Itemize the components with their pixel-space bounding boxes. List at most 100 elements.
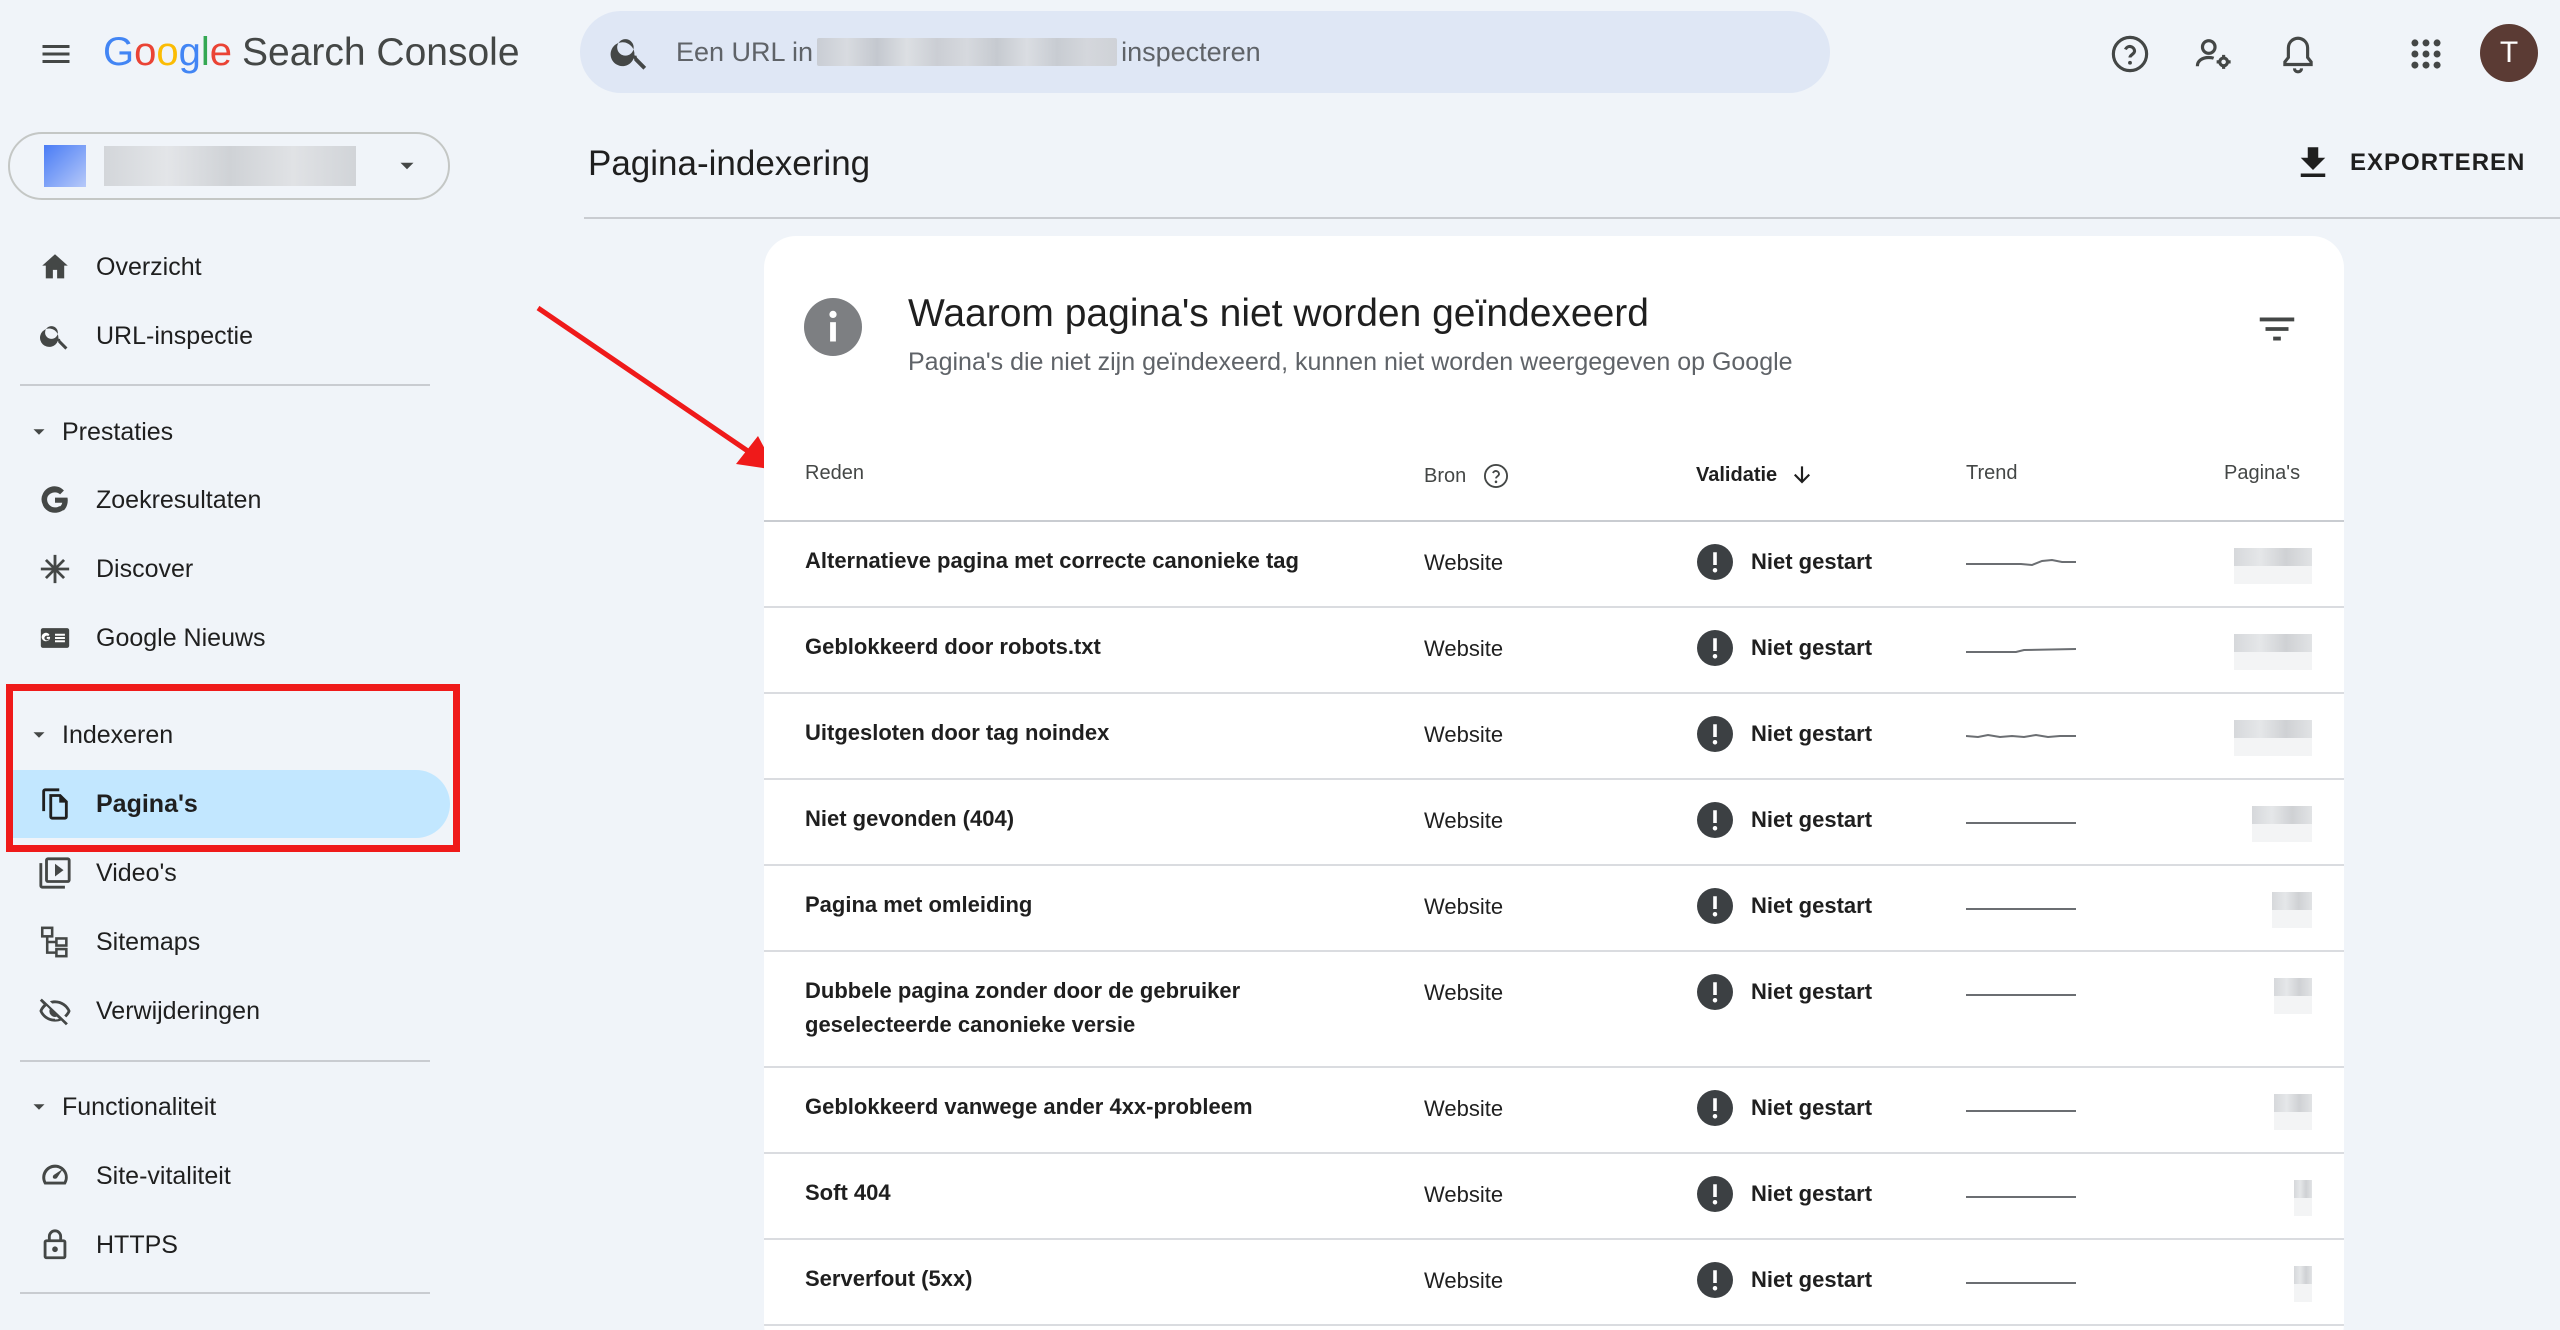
row-validation-label: Niet gestart <box>1751 721 1873 746</box>
table-row[interactable]: Pagina met omleiding Website Niet gestart <box>764 866 2344 952</box>
row-trend-sparkline <box>1966 822 2076 824</box>
column-header-validation[interactable]: Validatie <box>1696 462 1815 488</box>
annotation-highlight-box <box>6 684 460 852</box>
redacted-page-count <box>2272 892 2312 910</box>
page-title: Pagina-indexering <box>588 144 871 183</box>
row-reason-line: Dubbele pagina zonder door de gebruiker <box>805 978 1241 1003</box>
visibility-off-icon <box>36 992 74 1030</box>
row-validation-status: Niet gestart <box>1697 716 1872 752</box>
sidebar-section-functionaliteit[interactable]: Functionaliteit <box>8 1077 450 1137</box>
sidebar-item-label: Google Nieuws <box>96 623 266 652</box>
row-reason-line: geselecteerde canonieke versie <box>805 1012 1136 1037</box>
main-menu-button[interactable] <box>32 30 80 78</box>
row-source: Website <box>1424 1268 1504 1293</box>
sidebar-item-label: Sitemaps <box>96 927 201 956</box>
row-source: Website <box>1424 1182 1504 1207</box>
google-wordmark-letter: g <box>178 30 201 74</box>
property-selector[interactable] <box>8 132 450 200</box>
property-favicon <box>44 145 86 187</box>
redacted-page-count <box>2234 634 2312 652</box>
help-icon[interactable] <box>1482 462 1510 490</box>
main-divider <box>584 217 2560 219</box>
sidebar-item-sitemaps[interactable]: Sitemaps <box>8 908 450 976</box>
row-trend-sparkline <box>1966 908 2076 910</box>
redacted-page-count-shadow <box>2272 910 2312 928</box>
column-header-pages[interactable]: Pagina's <box>2224 462 2300 485</box>
row-validation-status: Niet gestart <box>1697 1262 1872 1298</box>
row-validation-label: Niet gestart <box>1751 1181 1873 1206</box>
table-row[interactable]: Alternatieve pagina met correcte canonie… <box>764 522 2344 608</box>
sidebar-item-verwijderingen[interactable]: Verwijderingen <box>8 977 450 1045</box>
caret-down-icon <box>33 429 45 435</box>
table-row[interactable]: Soft 404 Website Niet gestart <box>764 1154 2344 1240</box>
row-trend-sparkline <box>1966 1110 2076 1112</box>
row-trend-sparkline <box>1966 1282 2076 1284</box>
row-reason-line: Geblokkeerd vanwege ander 4xx-probleem <box>805 1094 1253 1119</box>
google-g-icon <box>36 481 74 519</box>
sidebar-item-label: Overzicht <box>96 252 202 281</box>
manage-users-button[interactable] <box>2188 28 2240 80</box>
row-reason: Soft 404 <box>805 1176 891 1210</box>
redacted-page-count <box>2234 548 2312 566</box>
row-trend-sparkline <box>1966 558 2076 567</box>
sidebar-section-prestaties[interactable]: Prestaties <box>8 402 450 462</box>
sidebar-divider <box>20 384 430 386</box>
redacted-page-count-shadow <box>2274 996 2312 1014</box>
search-console-logo[interactable]: Google Search Console <box>103 30 520 80</box>
hamburger-menu-icon <box>42 45 70 63</box>
help-icon <box>2111 35 2149 73</box>
table-row[interactable]: Geblokkeerd vanwege ander 4xx-probleem We… <box>764 1068 2344 1154</box>
table-row[interactable]: Dubbele pagina zonder door de gebruiker g… <box>764 952 2344 1068</box>
sidebar-item-https[interactable]: HTTPS <box>8 1211 450 1279</box>
redacted-page-count <box>2274 978 2312 996</box>
search-icon <box>610 39 647 70</box>
table-row[interactable]: Serverfout (5xx) Website Niet gestart <box>764 1240 2344 1326</box>
error-icon <box>1697 544 1733 580</box>
row-trend-sparkline <box>1966 994 2076 996</box>
export-button[interactable]: EXPORTEREN <box>2292 140 2525 186</box>
sidebar-item-site-vitaliteit[interactable]: Site-vitaliteit <box>8 1142 450 1210</box>
google-wordmark-letter: e <box>209 30 233 74</box>
row-reason: Serverfout (5xx) <box>805 1262 973 1296</box>
error-icon <box>1697 1176 1733 1212</box>
table-row[interactable]: Niet gevonden (404) Website Niet gestart <box>764 780 2344 866</box>
table-row[interactable]: Geblokkeerd door robots.txt Website Niet g… <box>764 608 2344 694</box>
error-icon <box>1697 1262 1733 1298</box>
video-icon <box>36 854 74 892</box>
column-header-trend[interactable]: Trend <box>1966 462 2018 485</box>
search-icon <box>36 317 74 355</box>
column-header-reason[interactable]: Reden <box>805 462 864 485</box>
google-apps-button[interactable] <box>2400 28 2452 80</box>
row-source: Website <box>1424 636 1504 661</box>
notifications-button[interactable] <box>2272 28 2324 80</box>
sidebar-item-discover[interactable]: Discover <box>8 535 450 603</box>
notifications-icon <box>2283 36 2313 74</box>
redacted-page-count <box>2274 1094 2312 1112</box>
row-validation-status: Niet gestart <box>1697 802 1872 838</box>
redacted-page-count-shadow <box>2274 1112 2312 1130</box>
not-indexed-reasons-card: Waarom pagina's niet worden geïndexeerd … <box>764 236 2344 1330</box>
row-validation-status: Niet gestart <box>1697 974 1872 1010</box>
row-reason-line: Pagina met omleiding <box>805 892 1033 917</box>
speed-icon <box>36 1157 74 1195</box>
url-inspection-search[interactable]: Een URL in inspecteren <box>580 11 1830 93</box>
column-header-source[interactable]: Bron <box>1424 462 1510 490</box>
redacted-page-count <box>2294 1180 2312 1198</box>
filter-icon[interactable] <box>2254 306 2300 352</box>
row-reason: Alternatieve pagina met correcte canonie… <box>805 544 1299 578</box>
row-validation-label: Niet gestart <box>1751 1267 1873 1292</box>
help-button[interactable] <box>2104 28 2156 80</box>
sidebar-item-zoekresultaten[interactable]: Zoekresultaten <box>8 466 450 534</box>
google-wordmark-letter: G <box>103 30 135 74</box>
sidebar-divider <box>20 1292 430 1294</box>
row-trend-sparkline <box>1966 1196 2076 1198</box>
sidebar-item-overzicht[interactable]: Overzicht <box>8 233 450 301</box>
account-avatar[interactable]: T <box>2480 24 2538 82</box>
sidebar-item-url-inspectie[interactable]: URL-inspectie <box>8 302 450 370</box>
error-icon <box>1697 974 1733 1010</box>
sidebar-item-google-nieuws[interactable]: Google Nieuws <box>8 604 450 672</box>
google-wordmark-letter: o <box>156 30 179 74</box>
table-row[interactable]: Uitgesloten door tag noindex Website Niet … <box>764 694 2344 780</box>
home-icon <box>36 248 74 286</box>
column-header-source-label: Bron <box>1424 464 1467 487</box>
